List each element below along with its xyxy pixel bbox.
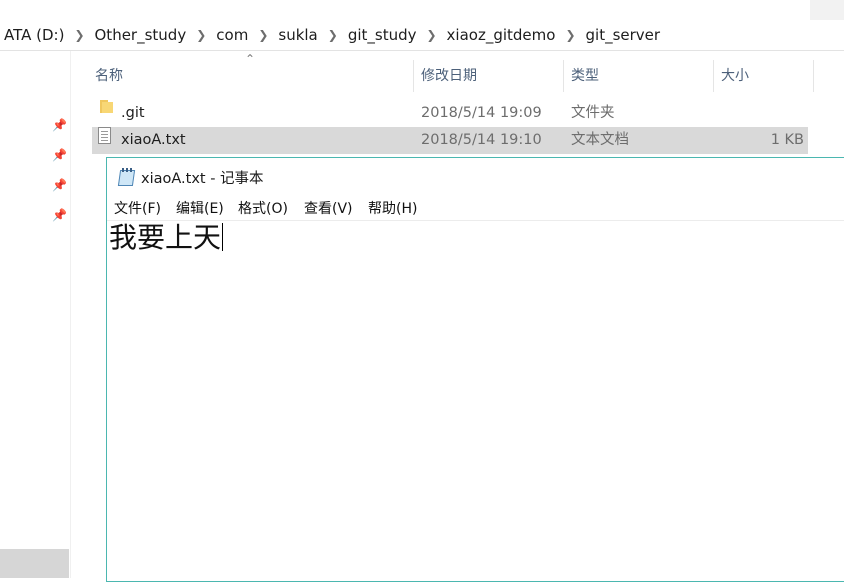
file-size: 1 KB <box>770 132 804 148</box>
notepad-icon[interactable] <box>117 168 136 186</box>
chevron-right-icon[interactable]: ❯ <box>68 28 90 42</box>
menu-view[interactable]: 查看(V) <box>304 198 353 220</box>
navigation-pane-selected-item[interactable] <box>0 549 69 578</box>
notepad-title-bar[interactable]: xiaoA.txt - 记事本 <box>107 158 844 194</box>
pin-icon[interactable]: 📌 <box>52 208 67 222</box>
menu-help[interactable]: 帮助(H) <box>368 198 417 220</box>
file-name[interactable]: xiaoA.txt <box>121 127 186 154</box>
folder-icon <box>100 100 113 113</box>
chevron-right-icon[interactable]: ❯ <box>420 28 442 42</box>
notepad-title: xiaoA.txt - 记事本 <box>141 171 264 187</box>
file-type: 文本文档 <box>571 132 629 148</box>
notepad-text-area[interactable]: 我要上天 <box>109 220 224 256</box>
window-top-strip <box>0 0 844 20</box>
pin-icon[interactable]: 📌 <box>52 178 67 192</box>
text-caret <box>222 223 224 251</box>
column-header-type[interactable]: 类型 <box>571 60 599 92</box>
text-file-icon <box>98 127 111 144</box>
breadcrumb-other-study[interactable]: Other_study <box>91 26 191 44</box>
column-header-size[interactable]: 大小 <box>721 60 749 92</box>
column-divider[interactable] <box>413 60 414 92</box>
address-bar[interactable]: ATA (D:) ❯ Other_study ❯ com ❯ sukla ❯ g… <box>0 20 844 51</box>
pin-icon[interactable]: 📌 <box>52 148 67 162</box>
breadcrumb-drive[interactable]: ATA (D:) <box>0 26 68 44</box>
file-date: 2018/5/14 19:10 <box>421 132 542 148</box>
navigation-pane[interactable]: 📌 📌 📌 📌 <box>0 51 71 578</box>
menu-edit[interactable]: 编辑(E) <box>176 198 224 220</box>
chevron-right-icon[interactable]: ❯ <box>559 28 581 42</box>
window-control-area <box>810 0 844 20</box>
file-row-git-folder[interactable]: .git 2018/5/14 19:09 文件夹 <box>92 100 808 127</box>
chevron-right-icon[interactable]: ❯ <box>190 28 212 42</box>
file-date: 2018/5/14 19:09 <box>421 105 542 121</box>
file-row-xiaoa-txt[interactable]: xiaoA.txt 2018/5/14 19:10 文本文档 1 KB <box>92 127 808 154</box>
notepad-content[interactable]: 我要上天 <box>109 221 221 254</box>
menu-file[interactable]: 文件(F) <box>114 198 161 220</box>
notepad-menu-bar: 文件(F) 编辑(E) 格式(O) 查看(V) 帮助(H) <box>107 198 844 220</box>
column-header-date[interactable]: 修改日期 <box>421 60 477 92</box>
column-divider[interactable] <box>713 60 714 92</box>
breadcrumb-com[interactable]: com <box>212 26 252 44</box>
file-type: 文件夹 <box>571 105 615 121</box>
breadcrumb-git-study[interactable]: git_study <box>344 26 421 44</box>
breadcrumb-sukla[interactable]: sukla <box>274 26 321 44</box>
breadcrumb-xiaoz-gitdemo[interactable]: xiaoz_gitdemo <box>443 26 560 44</box>
column-divider[interactable] <box>563 60 564 92</box>
column-divider[interactable] <box>813 60 814 92</box>
chevron-right-icon[interactable]: ❯ <box>322 28 344 42</box>
menu-format[interactable]: 格式(O) <box>238 198 288 220</box>
pin-icon[interactable]: 📌 <box>52 118 67 132</box>
notepad-window[interactable]: xiaoA.txt - 记事本 文件(F) 编辑(E) 格式(O) 查看(V) … <box>106 157 844 582</box>
sort-ascending-icon: ⌃ <box>245 52 256 66</box>
breadcrumb-git-server[interactable]: git_server <box>582 26 665 44</box>
chevron-right-icon[interactable]: ❯ <box>252 28 274 42</box>
file-name[interactable]: .git <box>121 100 145 127</box>
column-header-name[interactable]: 名称 <box>95 60 123 92</box>
